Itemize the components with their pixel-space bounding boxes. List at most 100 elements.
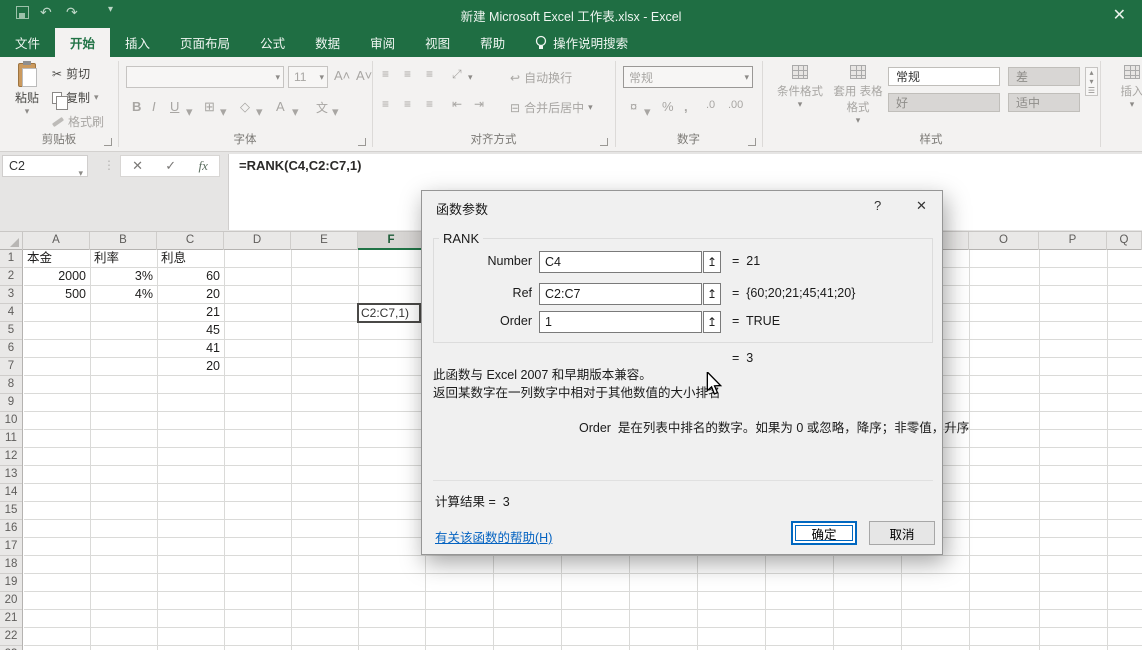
row-header-3[interactable]: 3 [0,286,22,304]
row-header-8[interactable]: 8 [0,376,22,394]
cancel-button[interactable]: 取消 [869,521,935,545]
tab-2[interactable]: 插入 [110,28,165,57]
column-header-B[interactable]: B [90,232,157,250]
ok-button[interactable]: 确定 [791,521,857,545]
row-header-11[interactable]: 11 [0,430,22,448]
row-header-2[interactable]: 2 [0,268,22,286]
comma-style-icon[interactable]: , [684,99,688,114]
number-arg-input[interactable]: C4 [539,251,702,273]
phonetic-guide-icon[interactable]: 文 [316,99,328,116]
number-range-picker-icon[interactable]: ↥ [703,251,721,273]
cell-style-normal[interactable]: 常规 [888,67,1000,86]
font-size-combo[interactable]: 11▾ [288,66,328,88]
tab-8[interactable]: 帮助 [465,28,520,57]
row-header-21[interactable]: 21 [0,610,22,628]
cell-C3[interactable]: 20 [157,286,224,304]
accounting-format-icon[interactable]: ¤ [630,99,637,114]
formula-bar-drag-handle[interactable]: ⋮ [103,158,115,172]
format-as-table-button[interactable]: 套用 表格格式 ▾ [832,65,884,126]
grow-font-icon[interactable]: A˄ [334,68,350,83]
decrease-indent-icon[interactable]: ⇤ [452,97,467,111]
row-header-4[interactable]: 4 [0,304,22,322]
percent-style-icon[interactable]: % [662,99,674,114]
row-header-18[interactable]: 18 [0,556,22,574]
copy-button[interactable]: 复制 ▾ [52,89,99,106]
confirm-entry-icon[interactable]: ✓ [165,158,176,174]
cell-B3[interactable]: 4% [90,286,157,304]
editing-cell-overflow[interactable]: C2:C7,1) [357,303,421,323]
row-header-23[interactable]: 23 [0,646,22,650]
wrap-text-button[interactable]: ↩ 自动换行 [510,69,572,86]
font-color-icon[interactable]: A [276,99,285,114]
insert-cells-button[interactable]: 插入 ▾ [1112,65,1142,110]
ref-arg-input[interactable]: C2:C7 [539,283,702,305]
row-header-9[interactable]: 9 [0,394,22,412]
tab-6[interactable]: 审阅 [355,28,410,57]
shrink-font-icon[interactable]: A˅ [356,68,372,83]
number-dialog-launcher-icon[interactable] [748,138,756,146]
row-header-13[interactable]: 13 [0,466,22,484]
row-header-16[interactable]: 16 [0,520,22,538]
column-header-Q[interactable]: Q [1107,232,1142,250]
italic-button[interactable]: I [152,99,156,114]
cancel-entry-icon[interactable]: ✕ [132,158,143,174]
tab-7[interactable]: 视图 [410,28,465,57]
paste-button[interactable]: 粘贴 ▾ [8,63,46,117]
row-header-6[interactable]: 6 [0,340,22,358]
order-range-picker-icon[interactable]: ↥ [703,311,721,333]
cell-style-bad[interactable]: 差 [1008,67,1080,86]
bold-button[interactable]: B [132,99,141,114]
row-header-22[interactable]: 22 [0,628,22,646]
align-middle-icon[interactable]: ≡ [404,67,419,81]
merge-center-button[interactable]: ⊟ 合并后居中 ▾ [510,99,593,116]
underline-button[interactable]: U [170,99,179,114]
column-header-E[interactable]: E [291,232,358,250]
row-header-19[interactable]: 19 [0,574,22,592]
column-header-F[interactable]: F [358,232,425,250]
cell-C1[interactable]: 利息 [157,250,224,268]
column-header-O[interactable]: O [969,232,1039,250]
row-header-14[interactable]: 14 [0,484,22,502]
tab-9[interactable]: 操作说明搜索 [520,28,643,57]
dialog-close-icon[interactable]: ✕ [916,198,927,214]
orientation-icon[interactable]: ⤢ [452,67,467,82]
column-header-C[interactable]: C [157,232,224,250]
tab-1[interactable]: 开始 [55,28,110,57]
cell-B2[interactable]: 3% [90,268,157,286]
row-header-20[interactable]: 20 [0,592,22,610]
dialog-help-icon[interactable]: ? [874,198,881,213]
fill-color-icon[interactable]: ◇ [240,99,250,115]
cell-A3[interactable]: 500 [23,286,90,304]
cell-style-good[interactable]: 好 [888,93,1000,112]
column-header-D[interactable]: D [224,232,291,250]
cell-A2[interactable]: 2000 [23,268,90,286]
align-right-icon[interactable]: ≡ [426,97,441,111]
row-header-12[interactable]: 12 [0,448,22,466]
cell-C6[interactable]: 41 [157,340,224,358]
row-header-1[interactable]: 1 [0,250,22,268]
row-header-17[interactable]: 17 [0,538,22,556]
styles-more-icon[interactable]: ☰ [1086,86,1097,95]
row-header-7[interactable]: 7 [0,358,22,376]
clipboard-dialog-launcher-icon[interactable] [104,138,112,146]
close-window-icon[interactable]: ✕ [1113,8,1126,24]
cell-style-neutral[interactable]: 适中 [1008,93,1080,112]
borders-icon[interactable]: ⊞ [204,99,215,115]
name-box-dropdown-icon[interactable]: ▾ [78,163,83,183]
column-header-P[interactable]: P [1039,232,1107,250]
font-dialog-launcher-icon[interactable] [358,138,366,146]
order-arg-input[interactable]: 1 [539,311,702,333]
function-help-link[interactable]: 有关该函数的帮助(H) [435,527,552,546]
font-name-combo[interactable]: ▾ [126,66,284,88]
number-format-combo[interactable]: 常规▾ [623,66,753,88]
tab-5[interactable]: 数据 [300,28,355,57]
styles-scroll-down-icon[interactable]: ▾ [1086,77,1097,86]
cell-B1[interactable]: 利率 [90,250,157,268]
styles-scroll-up-icon[interactable]: ▴ [1086,68,1097,77]
tab-3[interactable]: 页面布局 [165,28,245,57]
align-left-icon[interactable]: ≡ [382,97,397,111]
align-bottom-icon[interactable]: ≡ [426,67,441,81]
conditional-formatting-button[interactable]: 条件格式 ▾ [772,65,828,110]
row-header-15[interactable]: 15 [0,502,22,520]
align-center-icon[interactable]: ≡ [404,97,419,111]
